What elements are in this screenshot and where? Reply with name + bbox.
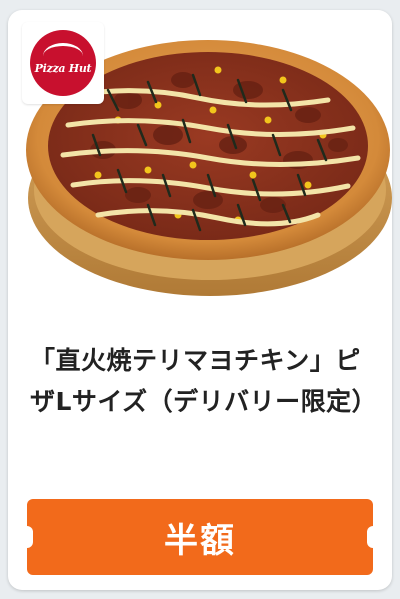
pizza-hut-logo: Pizza Hut — [22, 22, 104, 104]
half-price-coupon-button[interactable]: 半額 — [21, 499, 379, 575]
coupon-card[interactable]: Pizza Hut 「直火焼テリマヨチキン」ピザLサイズ（デリバリー限定） 半額 — [8, 10, 392, 590]
ticket-notch-left — [21, 526, 33, 548]
pizza-hut-logo-icon: Pizza Hut — [30, 30, 96, 96]
ticket-notch-right — [367, 526, 379, 548]
logo-roof-icon — [43, 43, 83, 56]
coupon-label: 半額 — [164, 520, 236, 561]
logo-text: Pizza Hut — [34, 61, 92, 75]
coupon-title: 「直火焼テリマヨチキン」ピザLサイズ（デリバリー限定） — [30, 346, 378, 416]
